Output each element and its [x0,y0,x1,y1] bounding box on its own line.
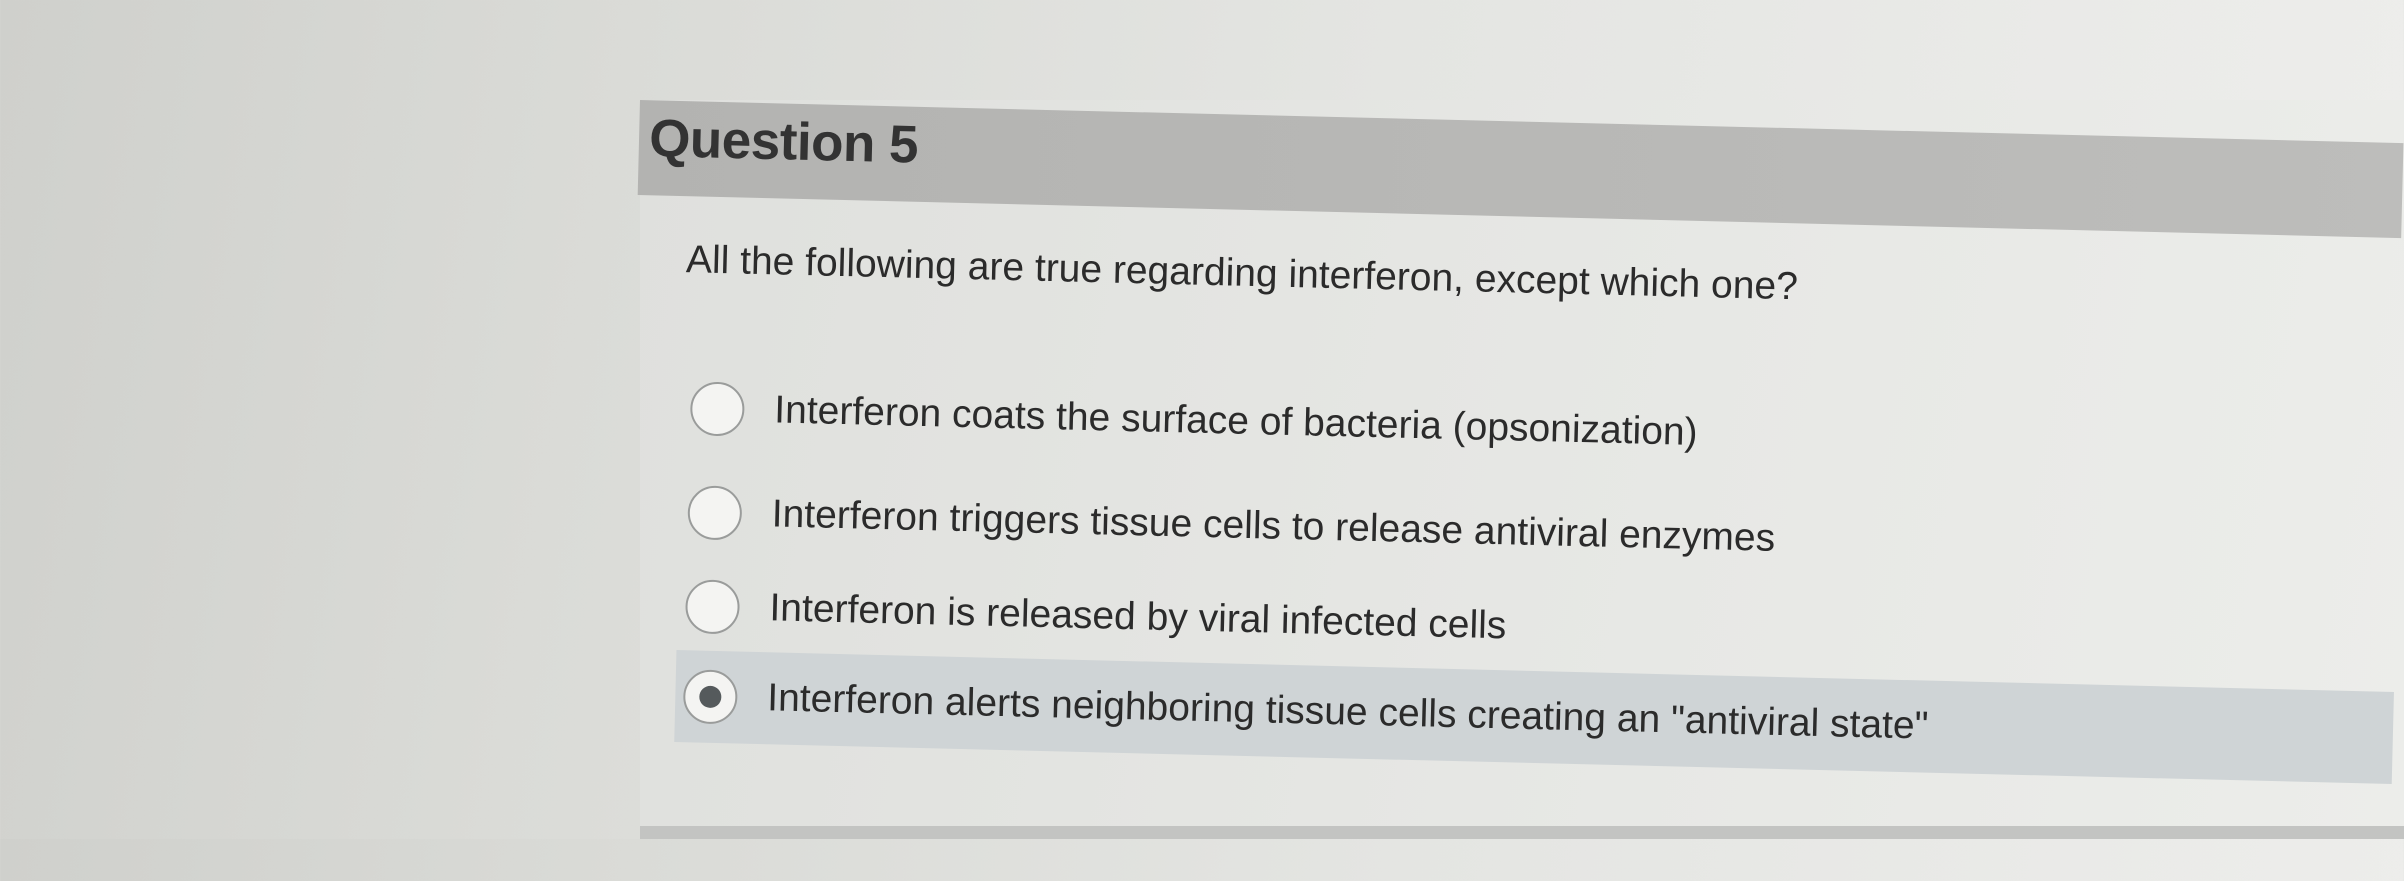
radio-button-unselected[interactable] [684,579,741,635]
radio-selected-dot-icon [699,685,722,709]
answer-option-label: Interferon triggers tissue cells to rele… [771,492,1776,560]
radio-button-unselected[interactable] [687,485,743,541]
next-question-header-edge [640,826,2404,839]
answer-option-label: Interferon is released by viral infected… [769,586,1507,648]
question-content: All the following are true regarding int… [0,0,2404,881]
radio-button-selected[interactable] [682,669,738,725]
question-prompt: All the following are true regarding int… [685,238,1799,309]
answer-option-label: Interferon alerts neighboring tissue cel… [766,676,1929,748]
answer-option-label: Interferon coats the surface of bacteria… [773,388,1699,454]
radio-button-unselected[interactable] [689,381,746,437]
